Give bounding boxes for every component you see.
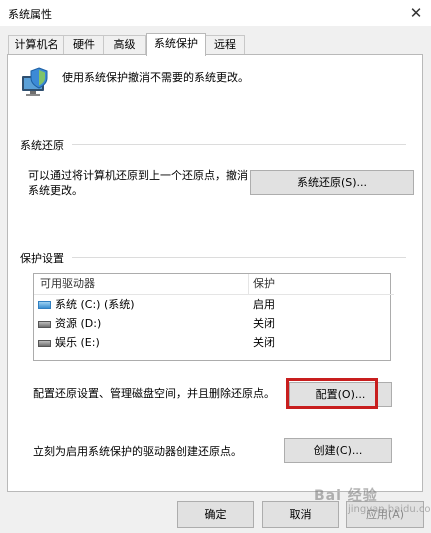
configure-description: 配置还原设置、管理磁盘空间，并且删除还原点。	[33, 387, 275, 400]
group-divider	[72, 257, 406, 258]
drive-icon	[38, 320, 51, 328]
column-header-drives[interactable]: 可用驱动器	[34, 274, 254, 295]
system-drive-icon	[38, 301, 51, 309]
shield-computer-icon	[20, 66, 50, 98]
drive-name-cell: 资源 (D:)	[38, 314, 101, 333]
title-bar	[0, 0, 431, 26]
table-row[interactable]: 系统 (C:) (系统) 启用	[34, 295, 390, 314]
system-restore-group-title: 系统还原	[20, 139, 64, 152]
configure-button[interactable]: 配置(O)...	[289, 382, 392, 407]
tab-hardware[interactable]: 硬件	[63, 35, 105, 55]
close-button[interactable]: ✕	[404, 2, 428, 24]
window-title: 系统属性	[8, 8, 52, 21]
close-icon: ✕	[409, 4, 423, 22]
watermark-url: jingyan.baidu.com	[348, 504, 431, 515]
ok-button[interactable]: 确定	[177, 501, 254, 528]
drive-icon	[38, 339, 51, 347]
protection-settings-group-title: 保护设置	[20, 252, 64, 265]
intro-text: 使用系统保护撤消不需要的系统更改。	[62, 71, 249, 84]
group-divider	[72, 144, 406, 145]
create-description: 立刻为启用系统保护的驱动器创建还原点。	[33, 445, 242, 458]
system-restore-description: 可以通过将计算机还原到上一个还原点，撤消系统更改。	[28, 169, 248, 197]
column-header-protection[interactable]: 保护	[249, 274, 394, 295]
create-button[interactable]: 创建(C)...	[284, 438, 392, 463]
tab-remote[interactable]: 远程	[205, 35, 245, 55]
table-row[interactable]: 娱乐 (E:) 关闭	[34, 333, 390, 352]
tab-computer-name[interactable]: 计算机名	[8, 35, 65, 55]
protection-status: 关闭	[253, 317, 275, 330]
watermark-text: Bai 经验	[314, 488, 378, 504]
protection-status: 关闭	[253, 336, 275, 349]
drive-list[interactable]: 可用驱动器 保护 系统 (C:) (系统) 启用 资源 (D:) 关闭 娱乐 (…	[33, 273, 394, 361]
system-restore-button[interactable]: 系统还原(S)...	[250, 170, 414, 195]
tab-system-protection[interactable]: 系统保护	[146, 33, 206, 56]
drive-name-cell: 系统 (C:) (系统)	[38, 295, 135, 314]
protection-status: 启用	[253, 298, 275, 311]
baidu-watermark: Bai 经验 jingyan.baidu.com	[300, 485, 431, 525]
drive-name-cell: 娱乐 (E:)	[38, 333, 100, 352]
table-row[interactable]: 资源 (D:) 关闭	[34, 314, 390, 333]
tab-advanced[interactable]: 高级	[103, 35, 146, 55]
